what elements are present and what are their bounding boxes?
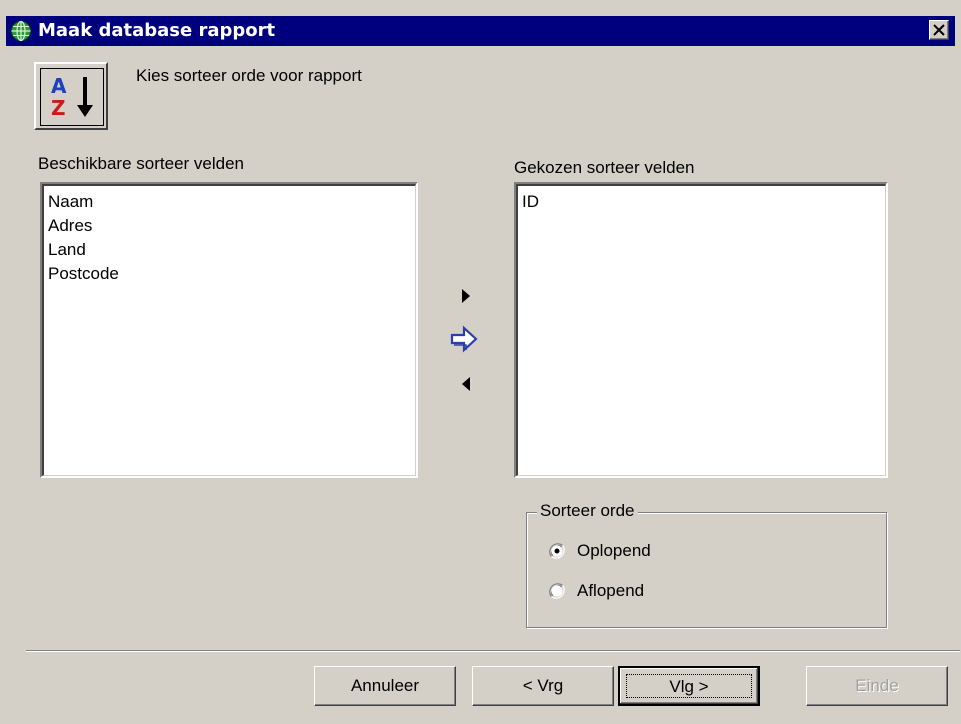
list-item[interactable]: Postcode (46, 262, 413, 286)
button-separator (26, 650, 960, 652)
list-item[interactable]: ID (520, 190, 883, 214)
back-button[interactable]: < Vrg (472, 666, 614, 706)
triangle-right-icon (452, 289, 480, 314)
list-item[interactable]: Land (46, 238, 413, 262)
sort-order-group: Sorteer orde Oplopend Aflopend (526, 501, 887, 628)
list-item[interactable]: Naam (46, 190, 413, 214)
sort-order-legend: Sorteer orde (537, 501, 638, 521)
next-button-label: Vlg > (626, 674, 752, 698)
radio-checked-icon[interactable] (549, 543, 565, 559)
radio-ascending-label: Oplopend (577, 541, 651, 560)
move-field-button[interactable] (446, 322, 482, 356)
title-bar[interactable]: Maak database rapport (6, 16, 955, 46)
sort-az-icon: A Z (34, 62, 108, 130)
instruction-text: Kies sorteer orde voor rapport (136, 66, 362, 85)
remove-field-button[interactable] (452, 370, 480, 398)
radio-descending-label: Aflopend (577, 581, 645, 600)
svg-text:A: A (51, 74, 67, 98)
cancel-button[interactable]: Annuleer (314, 666, 456, 706)
close-button[interactable] (929, 20, 949, 40)
list-item[interactable]: Adres (46, 214, 413, 238)
available-fields-label: Beschikbare sorteer velden (38, 154, 245, 173)
svg-text:Z: Z (51, 96, 66, 120)
radio-unchecked-icon[interactable] (549, 583, 565, 599)
selected-fields-label: Gekozen sorteer velden (514, 158, 695, 177)
window-title: Maak database rapport (38, 20, 276, 41)
next-button[interactable]: Vlg > (618, 666, 760, 706)
finish-button[interactable]: Einde (806, 666, 948, 706)
add-field-button[interactable] (452, 282, 480, 310)
triangle-left-icon (452, 377, 480, 402)
selected-fields-list[interactable]: ID (514, 182, 888, 478)
arrow-right-icon (446, 325, 482, 360)
globe-icon (10, 20, 32, 42)
dialog-window: Maak database rapport A Z Kies sorteer o… (0, 0, 961, 724)
available-fields-list[interactable]: Naam Adres Land Postcode (40, 182, 418, 478)
